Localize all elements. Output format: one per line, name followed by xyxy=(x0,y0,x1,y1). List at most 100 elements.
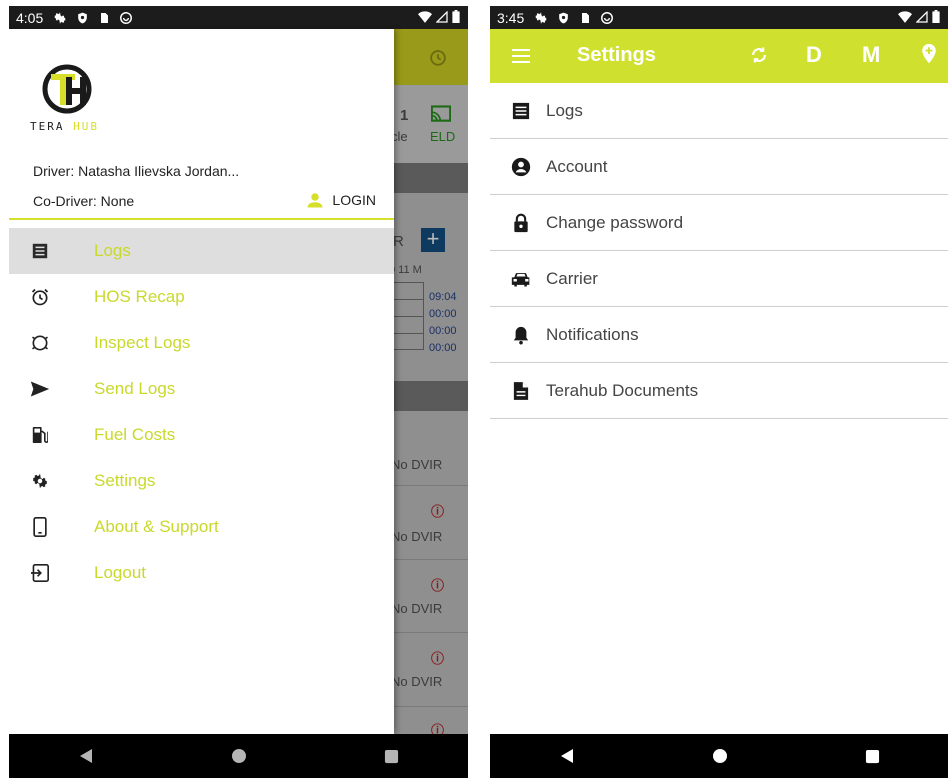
gear-icon xyxy=(29,470,51,492)
time-value: 09:04 xyxy=(429,291,457,303)
fuel-icon xyxy=(29,424,51,446)
eld-cast-icon xyxy=(431,105,451,122)
sync-icon[interactable] xyxy=(749,45,769,65)
duty-status-m-button[interactable]: M xyxy=(862,42,880,68)
eld-label: ELD xyxy=(430,129,456,144)
sync-icon xyxy=(601,11,614,24)
menu-item-fuel-costs[interactable]: Fuel Costs xyxy=(9,412,394,458)
gear-icon xyxy=(55,11,66,24)
phone-icon xyxy=(29,516,51,538)
login-label: LOGIN xyxy=(332,192,376,208)
drawer-divider xyxy=(9,218,394,220)
settings-item-notifications[interactable]: Notifications xyxy=(490,307,948,363)
time-value: 00:00 xyxy=(429,308,457,320)
status-bar: 4:05 xyxy=(9,6,468,29)
inspect-icon xyxy=(29,332,51,354)
vehicle-number: 1 xyxy=(400,107,409,124)
settings-toolbar: Settings D M xyxy=(490,29,948,83)
navigation-bar xyxy=(490,734,948,778)
settings-item-label: Change password xyxy=(546,213,684,232)
battery-icon xyxy=(452,10,460,23)
dvir-status: No DVIR xyxy=(391,457,443,472)
menu-item-label: Settings xyxy=(94,471,156,490)
time-value: 00:00 xyxy=(429,342,457,354)
menu-item-label: Logs xyxy=(94,241,131,260)
menu-item-hos-recap[interactable]: HOS Recap xyxy=(9,274,394,320)
signal-icon xyxy=(436,10,448,23)
duty-status-d-button[interactable]: D xyxy=(806,42,822,68)
menu-item-label: HOS Recap xyxy=(94,287,185,306)
settings-item-logs[interactable]: Logs xyxy=(490,83,948,139)
account-icon xyxy=(511,157,531,177)
dvir-status: No DVIR xyxy=(391,674,443,689)
alert-icon: ⓘ xyxy=(431,651,445,666)
menu-item-label: Fuel Costs xyxy=(94,425,176,444)
driver-name: Driver: Natasha Ilievska Jordan... xyxy=(33,163,240,179)
menu-item-about-support[interactable]: About & Support xyxy=(9,504,394,550)
back-icon[interactable] xyxy=(559,748,575,764)
menu-item-settings[interactable]: Settings xyxy=(9,458,394,504)
alert-icon: ⓘ xyxy=(431,578,445,593)
car-icon xyxy=(511,269,531,289)
time-value: 00:00 xyxy=(429,325,457,337)
menu-item-send-logs[interactable]: Send Logs xyxy=(9,366,394,412)
settings-item-label: Terahub Documents xyxy=(546,381,699,400)
settings-item-terahub-documents[interactable]: Terahub Documents xyxy=(490,363,948,419)
left-phone-screen: 4:05 1 cle ELD R + 0 11 M 09:04 00:00 00… xyxy=(9,0,468,778)
terahub-logo xyxy=(42,64,92,114)
logo-hub: HUB xyxy=(73,120,99,133)
status-time: 3:45 xyxy=(497,9,525,26)
bell-icon xyxy=(511,325,531,345)
menu-item-label: Inspect Logs xyxy=(94,333,191,352)
lock-icon xyxy=(511,213,531,233)
add-button[interactable]: + xyxy=(421,228,445,252)
menu-item-inspect-logs[interactable]: Inspect Logs xyxy=(9,320,394,366)
back-icon[interactable] xyxy=(78,748,94,764)
alarm-clock-icon xyxy=(29,286,51,308)
codriver-name: Co-Driver: None xyxy=(33,193,135,209)
recents-icon[interactable] xyxy=(384,749,399,764)
settings-item-label: Logs xyxy=(546,101,583,120)
sd-card-icon xyxy=(101,12,109,23)
list-icon xyxy=(511,101,531,121)
settings-item-label: Carrier xyxy=(546,269,598,288)
gear-icon xyxy=(536,11,547,24)
menu-item-label: Logout xyxy=(94,563,146,582)
navigation-drawer: TERA HUB Driver: Natasha Ilievska Jordan… xyxy=(9,29,394,734)
login-button[interactable]: LOGIN xyxy=(306,192,376,208)
menu-item-logs[interactable]: Logs xyxy=(9,228,394,274)
status-bar: 3:45 xyxy=(490,6,948,29)
settings-item-label: Notifications xyxy=(546,325,639,344)
dvir-status: No DVIR xyxy=(391,529,443,544)
r-letter: R xyxy=(393,233,404,250)
logo-wordmark: TERA HUB xyxy=(30,120,99,133)
logo-tera: TERA xyxy=(30,120,74,133)
home-icon[interactable] xyxy=(231,748,247,764)
sync-icon xyxy=(120,11,133,24)
logout-icon xyxy=(29,562,51,584)
add-location-icon[interactable] xyxy=(920,43,938,65)
wifi-icon xyxy=(898,10,912,23)
menu-item-label: Send Logs xyxy=(94,379,176,398)
person-icon xyxy=(307,193,323,208)
battery-icon xyxy=(932,10,940,23)
settings-list: Logs Account Change password Carrier Not… xyxy=(490,83,948,419)
menu-item-label: About & Support xyxy=(94,517,219,536)
document-icon xyxy=(511,381,531,401)
page-title: Settings xyxy=(577,44,656,66)
menu-hamburger-icon[interactable] xyxy=(512,49,530,63)
settings-item-label: Account xyxy=(546,157,608,176)
signal-icon xyxy=(916,10,928,23)
settings-item-account[interactable]: Account xyxy=(490,139,948,195)
alarm-clock-icon xyxy=(430,50,446,66)
home-icon[interactable] xyxy=(712,748,728,764)
list-icon xyxy=(29,240,51,262)
dvir-status: No DVIR xyxy=(391,601,443,616)
settings-item-change-password[interactable]: Change password xyxy=(490,195,948,251)
menu-item-logout[interactable]: Logout xyxy=(9,550,394,596)
settings-item-carrier[interactable]: Carrier xyxy=(490,251,948,307)
navigation-bar xyxy=(9,734,468,778)
log-grid xyxy=(389,282,424,350)
wifi-icon xyxy=(418,10,432,23)
recents-icon[interactable] xyxy=(865,749,880,764)
